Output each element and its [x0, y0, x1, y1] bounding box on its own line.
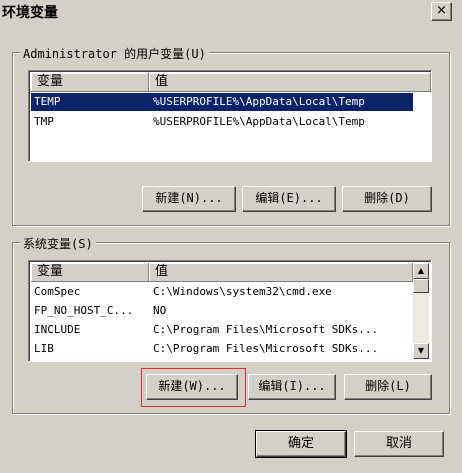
title-bar[interactable]: 环境变量 ×: [0, 0, 462, 24]
vertical-scrollbar[interactable]: ▲ ▼: [413, 263, 429, 359]
ok-button[interactable]: 确定: [255, 430, 347, 458]
user-variables-list[interactable]: 变量 值 TEMP %USERPROFILE%\AppData\Local\Te…: [28, 70, 432, 162]
variable-value: %USERPROFILE%\AppData\Local\Temp: [153, 115, 365, 128]
variable-value: C:\Program Files\Microsoft SDKs...: [153, 323, 379, 336]
list-item[interactable]: LIB C:\Program Files\Microsoft SDKs...: [31, 340, 411, 358]
variable-value: NO: [153, 304, 167, 317]
column-header-value[interactable]: 值: [149, 73, 431, 92]
variable-name: ComSpec: [34, 285, 81, 298]
list-item[interactable]: FP_NO_HOST_C... NO: [31, 302, 411, 320]
system-variables-list[interactable]: 变量 值 ComSpec C:\Windows\system32\cmd.exe…: [28, 260, 432, 362]
arrow-down-icon: ▼: [417, 346, 425, 355]
variable-name: LIB: [34, 342, 54, 355]
system-variables-label: 系统变量(S): [20, 235, 96, 252]
scroll-up-button[interactable]: ▲: [413, 263, 429, 279]
cancel-button[interactable]: 取消: [354, 431, 444, 457]
arrow-up-icon: ▲: [417, 266, 425, 275]
system-delete-button[interactable]: 删除(L): [344, 374, 432, 400]
list-item[interactable]: TEMP %USERPROFILE%\AppData\Local\Temp: [31, 93, 413, 111]
variable-name: TMP: [34, 115, 54, 128]
column-header-variable[interactable]: 变量: [31, 263, 149, 282]
list-item[interactable]: ComSpec C:\Windows\system32\cmd.exe: [31, 283, 411, 301]
annotation-highlight-box: [141, 368, 246, 407]
close-button[interactable]: ×: [431, 2, 452, 21]
list-item[interactable]: INCLUDE C:\Program Files\Microsoft SDKs.…: [31, 321, 411, 339]
close-icon: ×: [436, 3, 447, 18]
user-variables-label: Administrator 的用户变量(U): [20, 45, 209, 62]
user-edit-button[interactable]: 编辑(E)...: [242, 186, 336, 212]
variable-name: TEMP: [34, 95, 61, 108]
variable-value: %USERPROFILE%\AppData\Local\Temp: [153, 95, 365, 108]
user-new-button[interactable]: 新建(N)...: [142, 186, 236, 212]
scroll-thumb[interactable]: [413, 279, 429, 293]
user-delete-button[interactable]: 删除(D): [342, 186, 432, 212]
variable-name: FP_NO_HOST_C...: [34, 304, 134, 317]
scroll-down-button[interactable]: ▼: [413, 343, 429, 359]
column-header-variable[interactable]: 变量: [31, 73, 149, 92]
variable-value: C:\Program Files\Microsoft SDKs...: [153, 342, 379, 355]
list-item[interactable]: TMP %USERPROFILE%\AppData\Local\Temp: [31, 113, 413, 131]
variable-name: INCLUDE: [34, 323, 81, 336]
system-edit-button[interactable]: 编辑(I)...: [248, 374, 336, 400]
variable-value: C:\Windows\system32\cmd.exe: [153, 285, 332, 298]
column-header-value[interactable]: 值: [149, 263, 413, 282]
window-title: 环境变量: [2, 5, 58, 21]
